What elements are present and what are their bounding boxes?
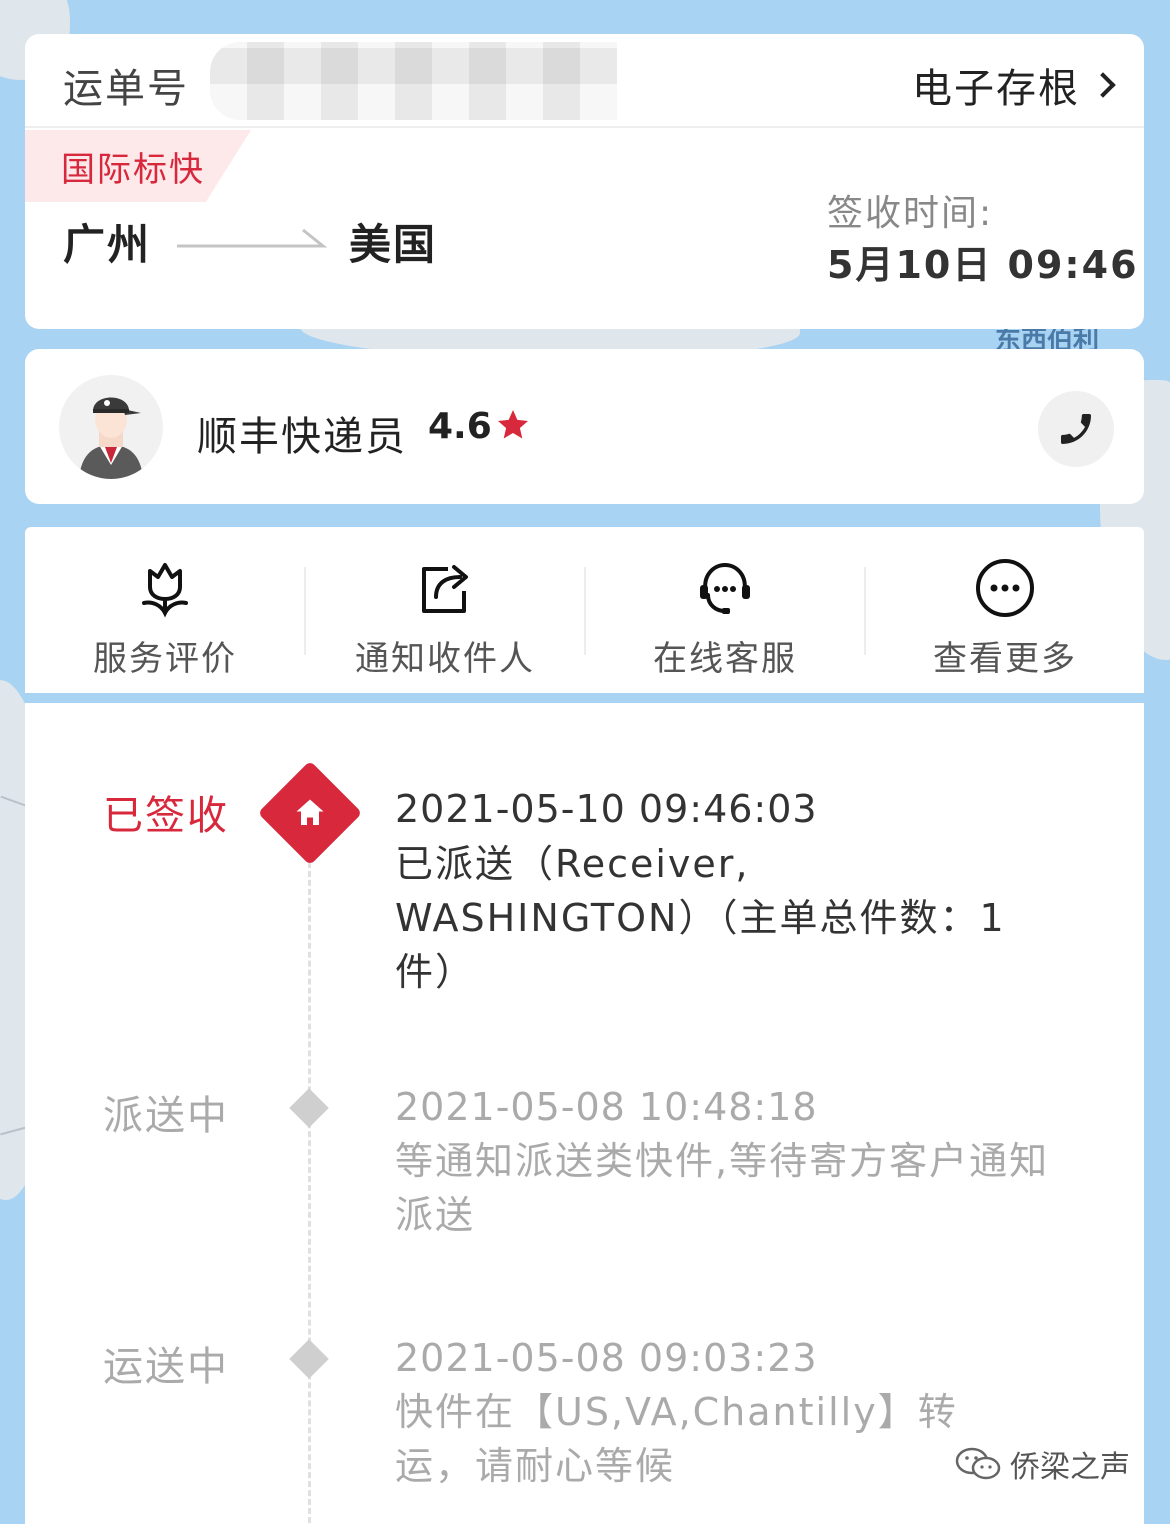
- tracking-timeline: 已签收 2021-05-10 09:46:03 已派送（Receiver, WA…: [25, 703, 1144, 1524]
- quick-actions-bar: 服务评价 通知收件人 在线客服 查看更多: [25, 527, 1144, 693]
- watermark: 侨梁之声: [954, 1442, 1130, 1486]
- timeline-dashed-line: [308, 853, 311, 1523]
- route: 广州 美国: [63, 216, 437, 269]
- event-description: 等通知派送类快件,等待寄方客户通知派送: [395, 1139, 1050, 1237]
- event-time: 2021-05-08 09:03:23: [395, 1336, 818, 1380]
- notify-recipient-action[interactable]: 通知收件人: [305, 527, 585, 693]
- service-type-badge: 国际标快: [25, 130, 251, 202]
- event-status: 运送中: [103, 1344, 229, 1390]
- shipment-card: 运单号 电子存根 国际标快 广州 美国 签收时间: 5月10日 09:46: [25, 34, 1144, 329]
- electronic-receipt-label: 电子存根: [912, 66, 1080, 112]
- service-rating-action[interactable]: 服务评价: [25, 527, 305, 693]
- timeline-node-marker: [289, 1088, 329, 1128]
- courier-avatar[interactable]: [59, 375, 163, 479]
- action-label: 在线客服: [653, 639, 797, 679]
- phone-icon: [1061, 414, 1091, 444]
- waybill-number-mosaic: [210, 42, 617, 120]
- event-status: 已签收: [103, 793, 229, 839]
- event-description: 已派送（Receiver, WASHINGTON）（主单总件数：1件）: [395, 842, 1006, 994]
- origin-city: 广州: [63, 219, 152, 269]
- watermark-text: 侨梁之声: [1010, 1450, 1130, 1485]
- more-icon: [976, 559, 1034, 617]
- event-time: 2021-05-10 09:46:03: [395, 787, 818, 831]
- courier-card: 顺丰快递员 4.6: [25, 349, 1144, 504]
- home-icon: [296, 799, 324, 825]
- sign-time-value: 5月10日 09:46: [827, 243, 1139, 287]
- event-time: 2021-05-08 10:48:18: [395, 1085, 818, 1129]
- event-description: 快件在【US,VA,Chantilly】转运，请耐心等候: [395, 1390, 958, 1488]
- courier-name: 顺丰快递员: [197, 414, 407, 460]
- action-label: 通知收件人: [355, 639, 535, 679]
- sign-time-label: 签收时间:: [827, 193, 994, 234]
- call-courier-button[interactable]: [1038, 391, 1114, 467]
- waybill-label: 运单号: [63, 66, 189, 112]
- star-icon: [498, 410, 528, 439]
- event-status: 派送中: [103, 1093, 229, 1139]
- courier-rating: 4.6: [428, 406, 492, 447]
- action-label: 查看更多: [933, 639, 1077, 679]
- destination-country: 美国: [349, 219, 438, 269]
- wechat-icon: [955, 1447, 1001, 1480]
- share-icon: [422, 565, 468, 613]
- headset-icon: [700, 562, 750, 614]
- timeline-node-marker: [289, 1339, 329, 1379]
- view-more-action[interactable]: 查看更多: [865, 527, 1145, 693]
- chevron-right-icon: [1090, 72, 1116, 98]
- electronic-receipt-link[interactable]: 电子存根: [912, 56, 1116, 114]
- waybill-row: 运单号 电子存根: [25, 34, 1144, 128]
- online-support-action[interactable]: 在线客服: [585, 527, 865, 693]
- route-arrow-icon: [175, 226, 328, 256]
- flower-icon: [142, 563, 188, 618]
- action-label: 服务评价: [93, 639, 237, 679]
